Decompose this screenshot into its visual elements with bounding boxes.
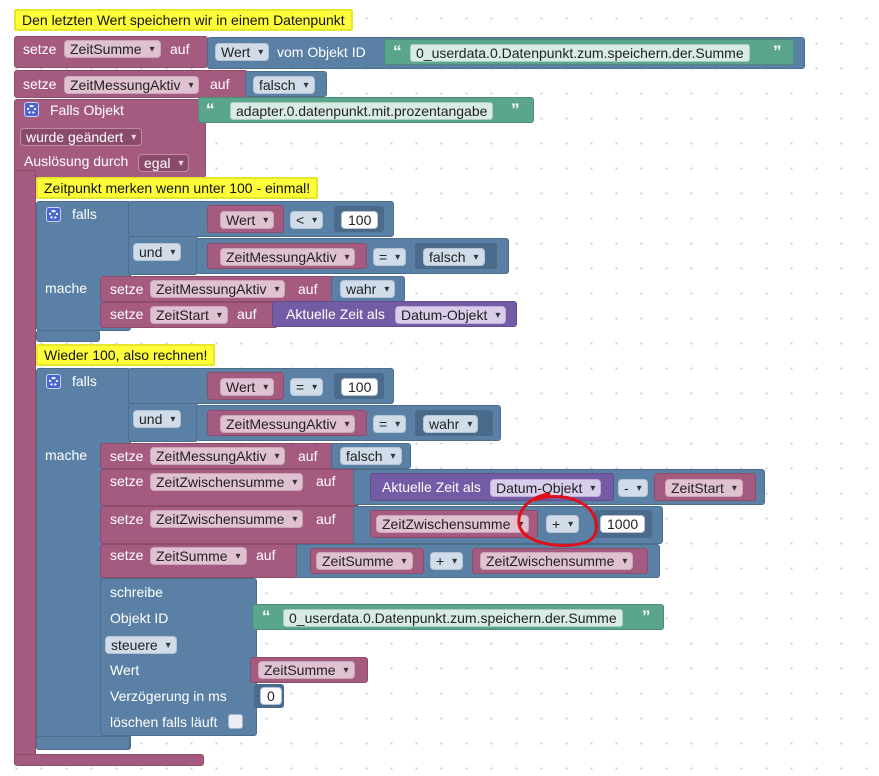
if2-bottom bbox=[36, 736, 130, 750]
setze-label: setze bbox=[23, 41, 57, 57]
number-field[interactable]: 100 bbox=[341, 211, 379, 229]
var-dropdown-zeitzwischensumme[interactable]: ZeitZwischensumme bbox=[150, 510, 304, 528]
setze-label: setze bbox=[110, 306, 144, 322]
mache-label: mache bbox=[45, 447, 88, 463]
comment-bubble-3[interactable]: Wieder 100, also rechnen! bbox=[36, 344, 216, 366]
gear-icon[interactable] bbox=[46, 374, 61, 389]
var-dropdown-zeitsumme[interactable]: ZeitSumme bbox=[64, 40, 161, 58]
aktuelle-zeit-label: Aktuelle Zeit als bbox=[382, 479, 481, 495]
falls-label: falls bbox=[72, 206, 97, 222]
quote-open-icon: “ bbox=[393, 42, 402, 61]
vom-objekt-label: vom Objekt ID bbox=[277, 44, 366, 60]
boolean-dropdown[interactable]: wahr bbox=[423, 415, 479, 433]
gear-icon[interactable] bbox=[24, 102, 39, 117]
boolean-dropdown[interactable]: falsch bbox=[340, 447, 402, 465]
var-dropdown-zeitzwischensumme[interactable]: ZeitZwischensumme bbox=[150, 473, 304, 491]
setze-label: setze bbox=[110, 281, 144, 297]
mache-label: mache bbox=[45, 280, 88, 296]
auf-label: auf bbox=[210, 76, 230, 92]
wert-dropdown[interactable]: Wert bbox=[220, 378, 275, 396]
comment-bubble-1[interactable]: Den letzten Wert speichern wir in einem … bbox=[14, 9, 353, 31]
gear-icon[interactable] bbox=[46, 207, 61, 222]
trigger-frame-bottom bbox=[14, 754, 204, 766]
var-dropdown-zeitmessungaktiv[interactable]: ZeitMessungAktiv bbox=[150, 447, 286, 465]
var-dropdown-zeitmessungaktiv[interactable]: ZeitMessungAktiv bbox=[64, 76, 200, 94]
comment-bubble-2[interactable]: Zeitpunkt merken wenn unter 100 - einmal… bbox=[36, 177, 319, 199]
und-dropdown[interactable]: und bbox=[133, 243, 182, 261]
quote-open-icon: “ bbox=[262, 607, 271, 626]
var-dropdown-zeitmessungaktiv[interactable]: ZeitMessungAktiv bbox=[150, 280, 286, 298]
quote-close-icon: ” bbox=[642, 607, 651, 626]
auf-label: auf bbox=[170, 41, 190, 57]
boolean-dropdown[interactable]: falsch bbox=[423, 248, 485, 266]
trigger-frame-left bbox=[14, 170, 36, 764]
number-field[interactable]: 100 bbox=[341, 378, 379, 396]
falls-label: falls bbox=[72, 373, 97, 389]
trigger-object-id-field[interactable]: adapter.0.datenpunkt.mit.prozentangabe bbox=[230, 102, 494, 120]
auf-label: auf bbox=[237, 306, 257, 322]
setze-label: setze bbox=[110, 473, 144, 489]
var-dropdown-zeitsumme[interactable]: ZeitSumme bbox=[258, 661, 355, 679]
delay-label: Verzögerung in ms bbox=[110, 688, 227, 704]
compare-operator-dropdown[interactable]: < bbox=[290, 211, 324, 229]
object-id-field[interactable]: 0_userdata.0.Datenpunkt.zum.speichern.de… bbox=[283, 609, 623, 627]
ausloesung-dropdown[interactable]: egal bbox=[138, 154, 190, 172]
equals-operator-dropdown[interactable]: = bbox=[373, 415, 407, 433]
auf-label: auf bbox=[316, 511, 336, 527]
falls-objekt-label: Falls Objekt bbox=[50, 102, 124, 118]
und-dropdown[interactable]: und bbox=[133, 410, 182, 428]
quote-close-icon: ” bbox=[511, 100, 520, 119]
var-dropdown-zeitstart[interactable]: ZeitStart bbox=[665, 479, 743, 497]
object-id-field[interactable]: 0_userdata.0.Datenpunkt.zum.speichern.de… bbox=[410, 44, 750, 62]
boolean-dropdown[interactable]: falsch bbox=[253, 76, 315, 94]
var-dropdown-zeitmessungaktiv[interactable]: ZeitMessungAktiv bbox=[220, 248, 356, 266]
var-dropdown-zeitsumme[interactable]: ZeitSumme bbox=[316, 552, 413, 570]
if1-bottom bbox=[36, 330, 100, 342]
delay-number-field[interactable]: 0 bbox=[260, 687, 282, 705]
wert-label: Wert bbox=[110, 662, 140, 678]
var-dropdown-zeitmessungaktiv[interactable]: ZeitMessungAktiv bbox=[220, 415, 356, 433]
comment-text: Den letzten Wert speichern wir in einem … bbox=[22, 12, 345, 28]
boolean-dropdown[interactable]: wahr bbox=[340, 280, 396, 298]
objekt-id-label: Objekt ID bbox=[110, 610, 169, 626]
var-dropdown-zeitsumme[interactable]: ZeitSumme bbox=[150, 547, 247, 565]
var-dropdown-zeitstart[interactable]: ZeitStart bbox=[150, 306, 228, 324]
quote-close-icon: ” bbox=[773, 42, 782, 61]
write-mode-dropdown[interactable]: steuere bbox=[105, 636, 177, 654]
ausloesung-label: Auslösung durch bbox=[24, 153, 129, 169]
clear-running-checkbox[interactable] bbox=[228, 714, 243, 729]
equals-operator-dropdown[interactable]: = bbox=[373, 248, 407, 266]
aktuelle-zeit-label: Aktuelle Zeit als bbox=[286, 306, 385, 322]
number-field[interactable]: 1000 bbox=[600, 515, 646, 533]
auf-label: auf bbox=[256, 547, 276, 563]
attr-dropdown[interactable]: Wert bbox=[215, 43, 270, 61]
auf-label: auf bbox=[316, 473, 336, 489]
math-operator-dropdown[interactable]: + bbox=[430, 552, 464, 570]
annotation-circle bbox=[517, 492, 598, 547]
quote-open-icon: “ bbox=[206, 100, 215, 119]
clear-label: löschen falls läuft bbox=[110, 714, 218, 730]
setze-label: setze bbox=[110, 547, 144, 563]
setze-label: setze bbox=[23, 76, 57, 92]
trigger-mode-dropdown[interactable]: wurde geändert bbox=[20, 128, 143, 146]
compare-operator-dropdown[interactable]: = bbox=[290, 378, 324, 396]
wert-dropdown[interactable]: Wert bbox=[220, 211, 275, 229]
math-operator-dropdown[interactable]: - bbox=[618, 479, 648, 497]
setze-label: setze bbox=[110, 511, 144, 527]
setze-label: setze bbox=[110, 448, 144, 464]
comment-text: Wieder 100, also rechnen! bbox=[44, 347, 208, 363]
auf-label: auf bbox=[298, 281, 318, 297]
comment-text: Zeitpunkt merken wenn unter 100 - einmal… bbox=[44, 180, 311, 196]
schreibe-label: schreibe bbox=[110, 584, 163, 600]
time-format-dropdown[interactable]: Datum-Objekt bbox=[395, 306, 507, 324]
auf-label: auf bbox=[298, 448, 318, 464]
